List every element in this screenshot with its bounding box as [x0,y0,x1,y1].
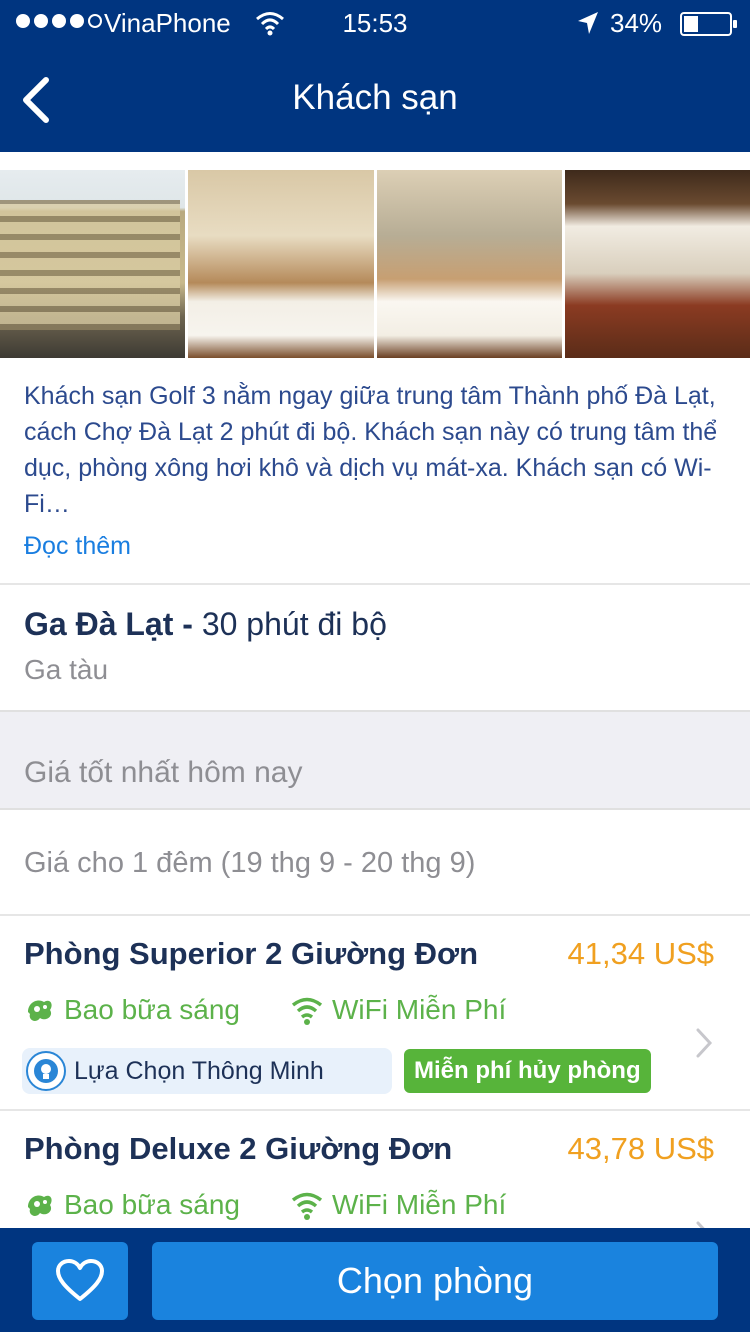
hotel-exterior-photo[interactable] [0,170,186,358]
favorite-button[interactable] [32,1242,128,1320]
smart-choice-badge: Lựa Chọn Thông Minh [22,1048,392,1094]
room-name: Phòng Superior 2 Giường Đơn [24,936,479,971]
wifi-amenity: WiFi Miễn Phí [290,994,506,1026]
room-item[interactable]: Phòng Superior 2 Giường Đơn 41,34 US$ Ba… [0,916,750,1108]
station-distance: 30 phút đi bộ [201,606,387,642]
breakfast-icon [28,1195,52,1216]
photo-gallery[interactable] [0,170,750,358]
room-price: 41,34 US$ [567,936,715,971]
breakfast-amenity: Bao bữa sáng [24,1189,240,1221]
wifi-label: WiFi Miễn Phí [332,994,507,1025]
chevron-right-icon [696,1221,705,1228]
location-arrow-icon [578,12,598,34]
station-name: Ga Đà Lạt - [24,606,193,642]
navigation-bar: Khách sạn [0,50,750,150]
bottom-action-bar: Chọn phòng [0,1228,750,1332]
wifi-icon [291,1192,323,1220]
room-price: 43,78 US$ [567,1131,715,1166]
room-photo-window[interactable] [376,170,562,358]
room-photo[interactable] [188,170,374,358]
divider [0,583,750,585]
best-price-header: Giá tốt nhất hôm nay [0,710,750,810]
breakfast-label: Bao bữa sáng [64,1189,240,1220]
smart-choice-label: Lựa Chọn Thông Minh [74,1056,324,1085]
battery-icon [680,12,737,36]
best-price-label: Giá tốt nhất hôm nay [24,756,303,789]
select-room-button[interactable]: Chọn phòng [152,1242,718,1320]
wifi-amenity: WiFi Miễn Phí [290,1189,506,1221]
price-per-night-label: Giá cho 1 đêm (19 thg 9 - 20 thg 9) [24,847,476,879]
read-more-link[interactable]: Đọc thêm [24,532,131,561]
status-bar: VinaPhone 15:53 34% [0,0,750,50]
page-title: Khách sạn [292,78,458,117]
top-bar: VinaPhone 15:53 34% Khách sạn [0,0,750,152]
breakfast-icon [28,1000,52,1021]
wifi-label: WiFi Miễn Phí [332,1189,507,1220]
free-cancellation-badge: Miễn phí hủy phòng [404,1049,651,1093]
room-item[interactable]: Phòng Deluxe 2 Giường Đơn 43,78 US$ Bao … [0,1111,750,1228]
heart-icon [56,1259,104,1301]
station-type: Ga tàu [24,654,109,685]
hotel-description: Khách sạn Golf 3 nằm ngay giữa trung tâm… [24,382,718,518]
station-row: Ga Đà Lạt - 30 phút đi bộ [24,606,387,643]
room-name: Phòng Deluxe 2 Giường Đơn [24,1131,453,1166]
smart-choice-icon [26,1051,66,1091]
wifi-icon [291,997,323,1025]
restaurant-photo[interactable] [564,170,750,358]
chevron-right-icon [696,1028,713,1058]
breakfast-label: Bao bữa sáng [64,994,240,1025]
breakfast-amenity: Bao bữa sáng [24,994,240,1026]
battery-percentage: 34% [610,8,663,38]
